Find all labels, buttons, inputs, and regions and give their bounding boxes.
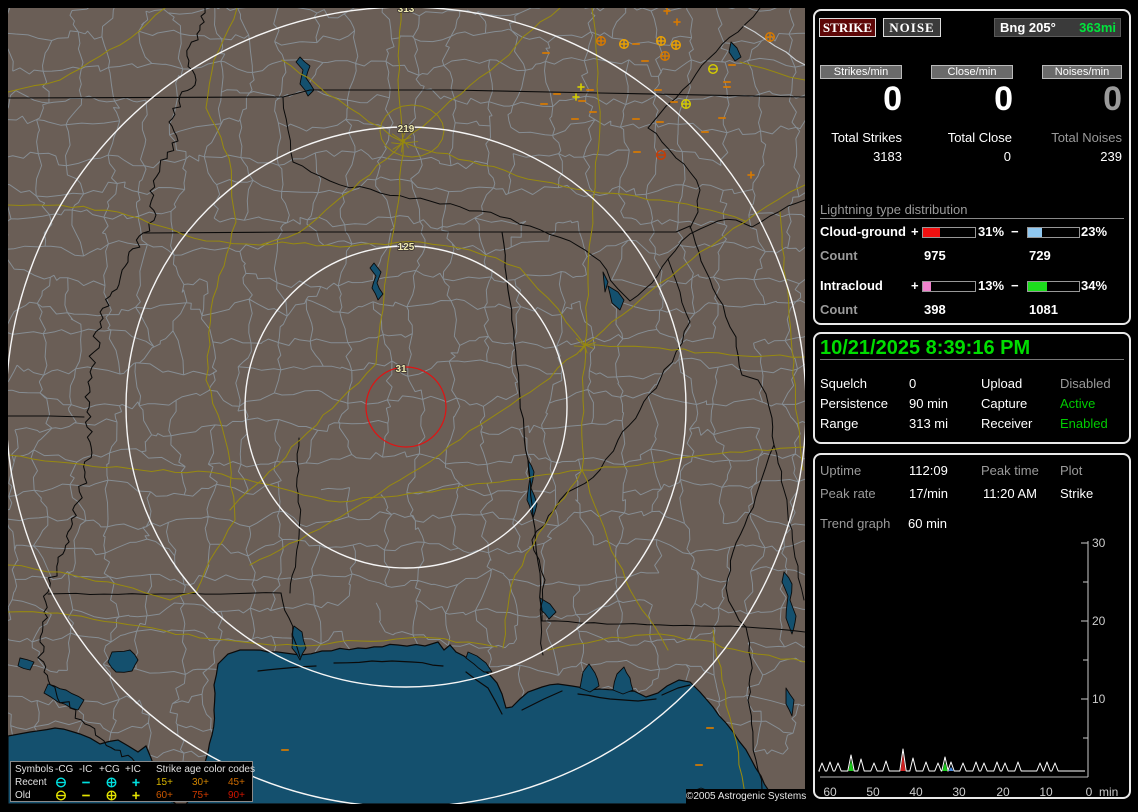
svg-text:20: 20 — [996, 785, 1010, 799]
svg-text:30: 30 — [1092, 536, 1106, 550]
svg-text:219: 219 — [398, 124, 415, 135]
svg-text:31: 31 — [395, 364, 407, 375]
svg-text:50: 50 — [866, 785, 880, 799]
svg-text:60: 60 — [823, 785, 837, 799]
svg-text:313: 313 — [398, 8, 415, 15]
svg-text:20: 20 — [1092, 614, 1106, 628]
svg-text:40: 40 — [909, 785, 923, 799]
svg-text:10: 10 — [1092, 692, 1106, 706]
svg-text:0: 0 — [1086, 785, 1093, 799]
svg-text:125: 125 — [398, 242, 415, 253]
svg-text:10: 10 — [1039, 785, 1053, 799]
svg-text:min: min — [1099, 785, 1118, 799]
svg-text:30: 30 — [952, 785, 966, 799]
